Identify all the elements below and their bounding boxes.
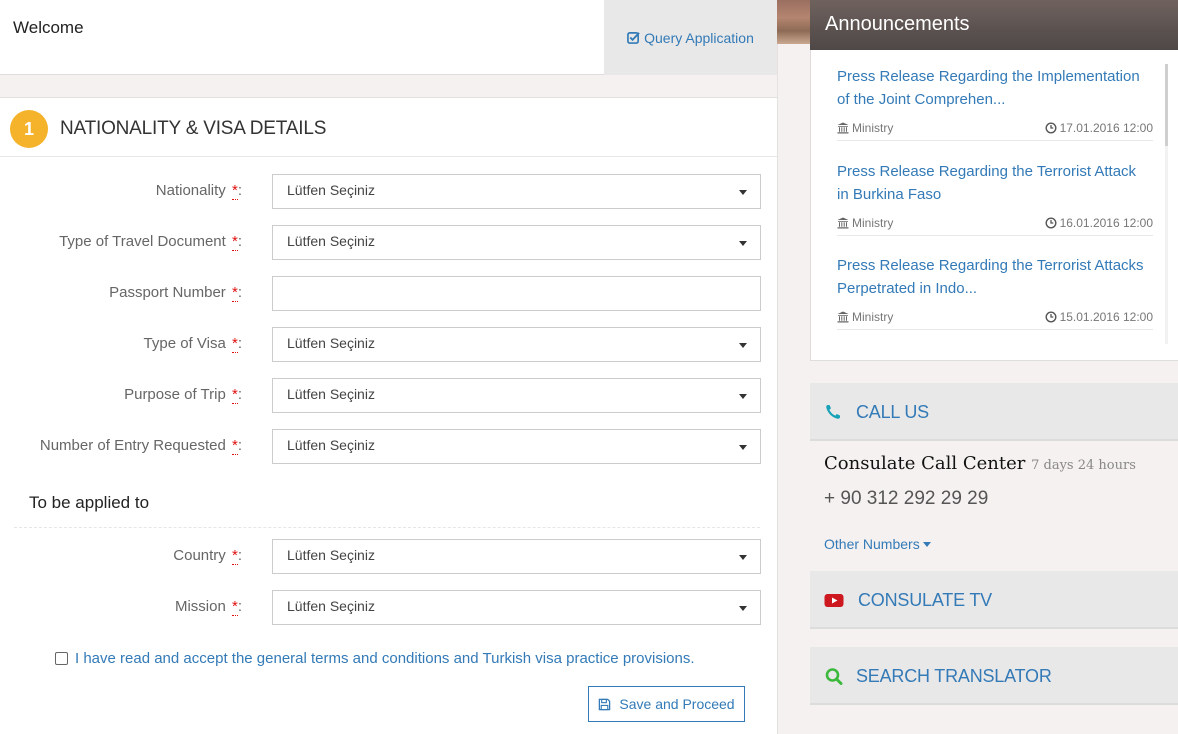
announcement-date: 16.01.2016 12:00 — [1045, 211, 1153, 235]
check-square-icon — [627, 32, 640, 44]
institution-icon — [837, 311, 849, 323]
announcements-scrollbar[interactable] — [1165, 64, 1168, 344]
section-divider — [14, 527, 760, 528]
announcement-meta: Ministry 15.01.2016 12:00 — [837, 305, 1153, 329]
visa-type-label: Type of Visa *: — [143, 335, 242, 353]
announcement-date: 15.01.2016 12:00 — [1045, 305, 1153, 329]
announcement-item: Press Release Regarding the Implementati… — [837, 65, 1153, 141]
form-row-travel-document: Type of Travel Document *: Lütfen Seçini… — [0, 225, 778, 261]
form-row-purpose-of-trip: Purpose of Trip *: Lütfen Seçiniz — [0, 378, 778, 414]
terms-checkbox-row[interactable]: I have read and accept the general terms… — [55, 650, 695, 667]
passport-number-field[interactable] — [272, 276, 761, 311]
call-center-phone: + 90 312 292 29 29 — [824, 488, 989, 509]
institution-icon — [837, 122, 849, 134]
number-of-entry-label: Number of Entry Requested *: — [39, 437, 242, 455]
announcement-link[interactable]: Press Release Regarding the Terrorist At… — [837, 160, 1153, 206]
search-translator-label: SEARCH TRANSLATOR — [856, 666, 1052, 686]
caret-down-icon — [739, 394, 747, 399]
call-us-box[interactable]: CALL US — [810, 383, 1178, 441]
form-row-visa-type: Type of Visa *: Lütfen Seçiniz — [0, 327, 778, 363]
step-badge: 1 — [10, 110, 48, 148]
form-row-number-of-entry: Number of Entry Requested *: Lütfen Seçi… — [0, 429, 778, 465]
subsection-title: To be applied to — [29, 493, 150, 512]
announcements-title: Announcements — [825, 13, 970, 35]
form-row-country: Country *: Lütfen Seçiniz — [0, 539, 778, 575]
welcome-bar: Welcome Query Application — [0, 0, 777, 75]
caret-down-icon — [739, 445, 747, 450]
nationality-visa-panel: 1 NATIONALITY & VISA DETAILS Nationality… — [0, 97, 778, 734]
nationality-select[interactable]: Lütfen Seçiniz — [272, 174, 761, 209]
form-row-passport-number: Passport Number *: — [0, 276, 778, 312]
caret-down-icon — [739, 606, 747, 611]
nationality-label: Nationality *: — [155, 182, 242, 200]
welcome-text: Welcome — [13, 18, 84, 37]
clock-icon — [1045, 217, 1057, 229]
number-of-entry-select[interactable]: Lütfen Seçiniz — [272, 429, 761, 464]
form-row-nationality: Nationality *: Lütfen Seçiniz — [0, 174, 778, 210]
query-application-label: Query Application — [644, 29, 754, 46]
purpose-of-trip-label: Purpose of Trip *: — [124, 386, 242, 404]
clock-icon — [1045, 122, 1057, 134]
announcements-list: Press Release Regarding the Implementati… — [810, 50, 1178, 361]
announcement-item: Press Release Regarding the Terrorist At… — [837, 160, 1153, 236]
caret-down-icon — [739, 555, 747, 560]
institution-icon — [837, 217, 849, 229]
save-and-proceed-button[interactable]: Save and Proceed — [588, 686, 745, 722]
header-banner-image — [777, 0, 810, 44]
announcement-link[interactable]: Press Release Regarding the Implementati… — [837, 65, 1153, 111]
youtube-play-icon — [824, 594, 844, 607]
visa-type-select[interactable]: Lütfen Seçiniz — [272, 327, 761, 362]
country-select[interactable]: Lütfen Seçiniz — [272, 539, 761, 574]
travel-document-label: Type of Travel Document *: — [59, 233, 242, 251]
query-application-button[interactable]: Query Application — [604, 0, 777, 75]
country-label: Country *: — [173, 547, 242, 565]
announcement-meta: Ministry 16.01.2016 12:00 — [837, 211, 1153, 235]
scrollbar-thumb[interactable] — [1165, 64, 1168, 146]
announcement-date: 17.01.2016 12:00 — [1045, 116, 1153, 140]
call-us-label: CALL US — [856, 402, 929, 422]
announcement-source: Ministry — [837, 211, 893, 235]
announcement-link[interactable]: Press Release Regarding the Terrorist At… — [837, 254, 1153, 300]
floppy-disk-icon — [599, 698, 611, 710]
form-row-mission: Mission *: Lütfen Seçiniz — [0, 590, 778, 626]
purpose-of-trip-select[interactable]: Lütfen Seçiniz — [272, 378, 761, 413]
terms-label[interactable]: I have read and accept the general terms… — [75, 650, 695, 667]
passport-number-label: Passport Number *: — [109, 284, 242, 302]
mission-select[interactable]: Lütfen Seçiniz — [272, 590, 761, 625]
caret-down-icon — [922, 541, 931, 547]
announcement-source: Ministry — [837, 305, 893, 329]
passport-number-input[interactable] — [287, 277, 746, 310]
caret-down-icon — [739, 343, 747, 348]
search-icon — [825, 668, 843, 685]
call-center-hours: 7 days 24 hours — [1031, 458, 1136, 473]
panel-header: 1 NATIONALITY & VISA DETAILS — [0, 98, 777, 157]
caret-down-icon — [739, 241, 747, 246]
travel-document-select[interactable]: Lütfen Seçiniz — [272, 225, 761, 260]
consulate-tv-label: CONSULATE TV — [858, 590, 992, 610]
phone-icon — [826, 405, 840, 419]
panel-title: NATIONALITY & VISA DETAILS — [60, 118, 327, 139]
call-center-title: Consulate Call Center 7 days 24 hours — [824, 453, 1136, 474]
announcement-source: Ministry — [837, 116, 893, 140]
save-label: Save and Proceed — [619, 696, 735, 712]
announcement-meta: Ministry 17.01.2016 12:00 — [837, 116, 1153, 140]
announcements-header: Announcements — [810, 0, 1178, 50]
search-translator-box[interactable]: SEARCH TRANSLATOR — [810, 647, 1178, 705]
other-numbers-toggle[interactable]: Other Numbers — [824, 536, 931, 552]
caret-down-icon — [739, 190, 747, 195]
mission-label: Mission *: — [174, 598, 242, 616]
consulate-tv-box[interactable]: CONSULATE TV — [810, 571, 1178, 629]
terms-checkbox[interactable] — [55, 652, 68, 665]
announcement-item: Press Release Regarding the Terrorist At… — [837, 254, 1153, 330]
clock-icon — [1045, 311, 1057, 323]
